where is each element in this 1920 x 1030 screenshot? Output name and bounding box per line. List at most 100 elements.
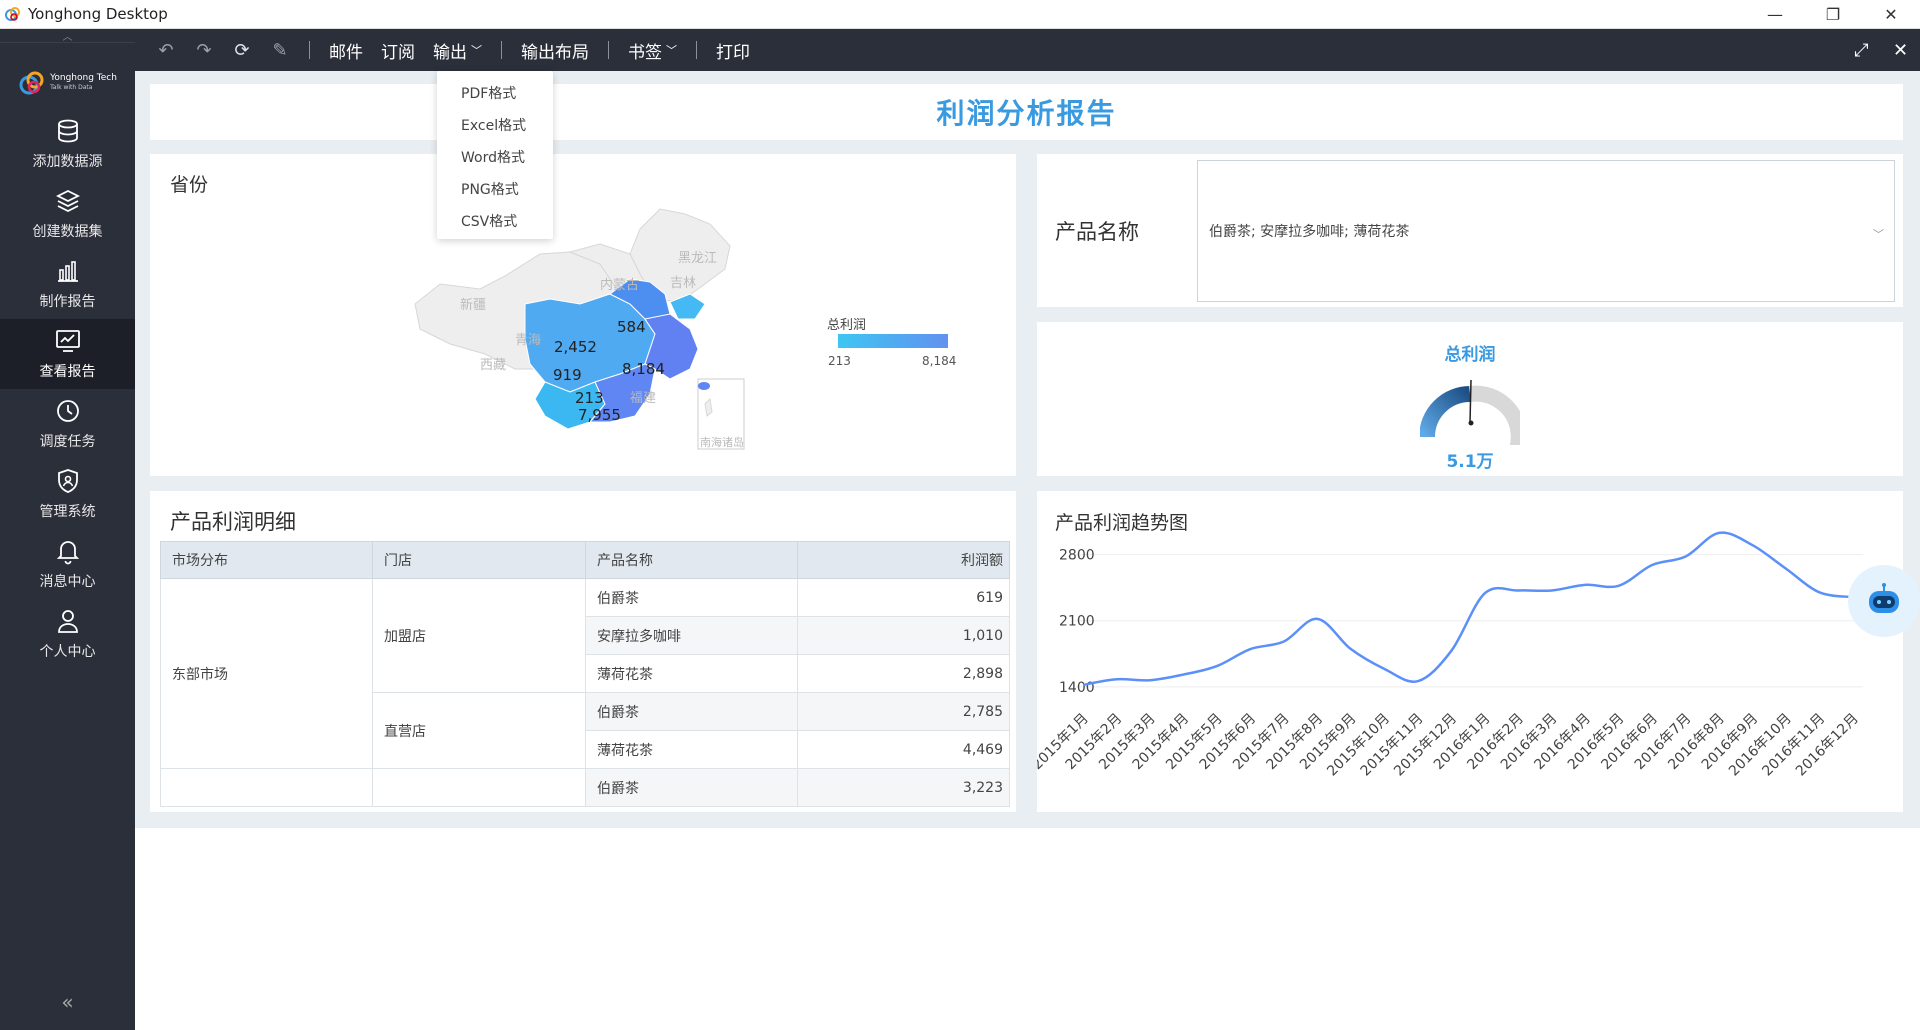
table-row: [160, 806, 1010, 807]
sidebar-item-profile[interactable]: 个人中心: [0, 599, 135, 669]
profit-trend-line[interactable]: [1082, 531, 1854, 687]
product-filter-label: 产品名称: [1055, 220, 1139, 244]
cell-store: [372, 806, 586, 807]
col-header-product[interactable]: 产品名称: [585, 541, 798, 579]
toolbar-separator: [696, 41, 697, 59]
subscribe-label: 订阅: [381, 42, 415, 63]
col-header-profit[interactable]: 利润额: [797, 541, 1010, 579]
cell-store: 加盟店: [372, 578, 586, 693]
redo-icon[interactable]: ↷: [185, 29, 223, 71]
brand-tagline: Talk with Data: [50, 84, 93, 91]
ai-assistant-button[interactable]: [1848, 565, 1920, 637]
map-label-heilongjiang: 黑龙江: [678, 251, 717, 266]
print-button[interactable]: 打印: [707, 38, 759, 63]
clock-icon: [56, 400, 79, 422]
sidebar-item-admin[interactable]: 管理系统: [0, 459, 135, 529]
cell-profit: 3,223: [797, 768, 1010, 807]
gauge-needle-hub: [1468, 420, 1474, 426]
export-excel-item[interactable]: Excel格式: [437, 109, 553, 141]
col-header-store[interactable]: 门店: [372, 541, 586, 579]
export-csv-item[interactable]: CSV格式: [437, 205, 553, 237]
gauge-needle: [1469, 379, 1472, 424]
canvas-empty-area: [135, 828, 1920, 1030]
monitor-chart-icon: [55, 330, 80, 352]
sidebar-item-label: 个人中心: [39, 644, 96, 660]
sidebar-item-label: 消息中心: [39, 574, 96, 590]
sidebar-item-view-report[interactable]: 查看报告: [0, 319, 135, 389]
cell-profit: 1,010: [797, 616, 1010, 655]
sidebar-item-make-report[interactable]: 制作报告: [0, 249, 135, 319]
map-label-fujian: 福建: [630, 391, 656, 406]
china-map[interactable]: 黑龙江 吉林 内蒙古 新疆 青海 西藏 福建 南海诸岛 584 2,452 8,…: [150, 154, 1016, 476]
export-word-item[interactable]: Word格式: [437, 141, 553, 173]
map-legend-title: 总利润: [827, 318, 867, 333]
cell-profit: 4,469: [797, 730, 1010, 769]
map-value-sichuan: 919: [553, 366, 582, 384]
sidebar-item-messages[interactable]: 消息中心: [0, 529, 135, 599]
gauge-title: 总利润: [1444, 345, 1496, 365]
edit-report-icon[interactable]: ✎: [261, 29, 299, 71]
map-label-tibet: 西藏: [480, 358, 506, 373]
profit-gauge: [1420, 379, 1520, 445]
y-tick-label: 2800: [1059, 548, 1095, 564]
cell-market: 东部市场: [160, 578, 373, 769]
sidebar-item-add-datasource[interactable]: 添加数据源: [0, 109, 135, 179]
bar-chart-icon: [57, 261, 78, 282]
subscribe-button[interactable]: 订阅: [372, 38, 424, 63]
sidebar-item-schedule[interactable]: 调度任务: [0, 389, 135, 459]
cell-store: [372, 768, 586, 807]
app-logo-icon: [4, 5, 22, 23]
sidebar-item-create-dataset[interactable]: 创建数据集: [0, 179, 135, 249]
col-header-market[interactable]: 市场分布: [160, 541, 373, 579]
brand-name: Yonghong Tech: [50, 73, 117, 83]
sidebar-collapse-button[interactable]: «: [0, 990, 135, 1014]
cell-product: 安摩拉多咖啡: [585, 616, 798, 655]
product-filter-value: 伯爵茶; 安摩拉多咖啡; 薄荷花茶: [1209, 224, 1410, 240]
shield-user-icon: [57, 469, 78, 493]
report-title: 利润分析报告: [150, 84, 1903, 140]
refresh-icon[interactable]: ⟳: [223, 29, 261, 71]
fullscreen-icon[interactable]: ⤢: [1842, 29, 1881, 71]
mail-label: 邮件: [329, 42, 363, 63]
export-pdf-item[interactable]: PDF格式: [437, 77, 553, 109]
brand-logo: Yonghong Tech Talk with Data: [0, 57, 135, 109]
map-legend-gradient: [838, 334, 948, 348]
sidebar-collapse-up-icon[interactable]: ︿: [0, 29, 135, 43]
export-button[interactable]: 输出 ﹀: [424, 38, 491, 63]
trend-line-chart[interactable]: 1400210028002015年1月2015年2月2015年3月2015年4月…: [1037, 491, 1903, 812]
gauge-value: 5.1万: [1446, 452, 1494, 472]
minimize-button[interactable]: —: [1746, 0, 1804, 29]
y-tick-label: 1400: [1059, 680, 1095, 696]
export-layout-button[interactable]: 输出布局: [512, 38, 598, 63]
map-value-east: 8,184: [622, 360, 665, 378]
cell-market: [160, 768, 373, 807]
profit-detail-table: 市场分布 门店 产品名称 利润额 东部市场 加盟店 伯爵茶 619 安摩拉多咖啡…: [160, 541, 1010, 807]
restore-button[interactable]: ❐: [1804, 0, 1862, 29]
window-title-bar: Yonghong Desktop — ❐ ✕: [0, 0, 1920, 29]
export-png-item[interactable]: PNG格式: [437, 173, 553, 205]
cell-product: 薄荷花茶: [585, 730, 798, 769]
cell-product: [585, 806, 798, 807]
map-legend-max: 8,184: [922, 354, 957, 368]
map-value-hebei: 584: [617, 318, 646, 336]
layers-icon: [55, 189, 80, 213]
cell-market: [160, 806, 373, 807]
sidebar-item-label: 查看报告: [39, 364, 96, 380]
product-filter-select[interactable]: 伯爵茶; 安摩拉多咖啡; 薄荷花茶 ﹀: [1197, 160, 1895, 302]
export-dropdown-menu: PDF格式 Excel格式 Word格式 PNG格式 CSV格式: [437, 71, 553, 239]
close-window-button[interactable]: ✕: [1862, 0, 1920, 29]
chevron-down-icon: ﹀: [1873, 228, 1884, 241]
person-icon: [57, 610, 78, 633]
table-clip: 市场分布 门店 产品名称 利润额 东部市场 加盟店 伯爵茶 619 安摩拉多咖啡…: [150, 491, 1016, 807]
map-value-gansu: 2,452: [554, 338, 597, 356]
export-label: 输出: [433, 42, 467, 63]
mail-button[interactable]: 邮件: [320, 38, 372, 63]
undo-icon[interactable]: ↶: [147, 29, 185, 71]
close-report-icon[interactable]: ✕: [1881, 29, 1920, 71]
map-panel: 省份 黑龙江 吉林 内蒙古 新疆 青海 西藏 福建 南海诸岛 584 2,452…: [150, 154, 1016, 476]
bookmark-button[interactable]: 书签 ﹀: [619, 38, 686, 63]
bell-icon: [56, 541, 79, 565]
toolbar-separator: [608, 41, 609, 59]
cell-profit: [797, 806, 1010, 807]
map-legend-min: 213: [828, 354, 851, 368]
